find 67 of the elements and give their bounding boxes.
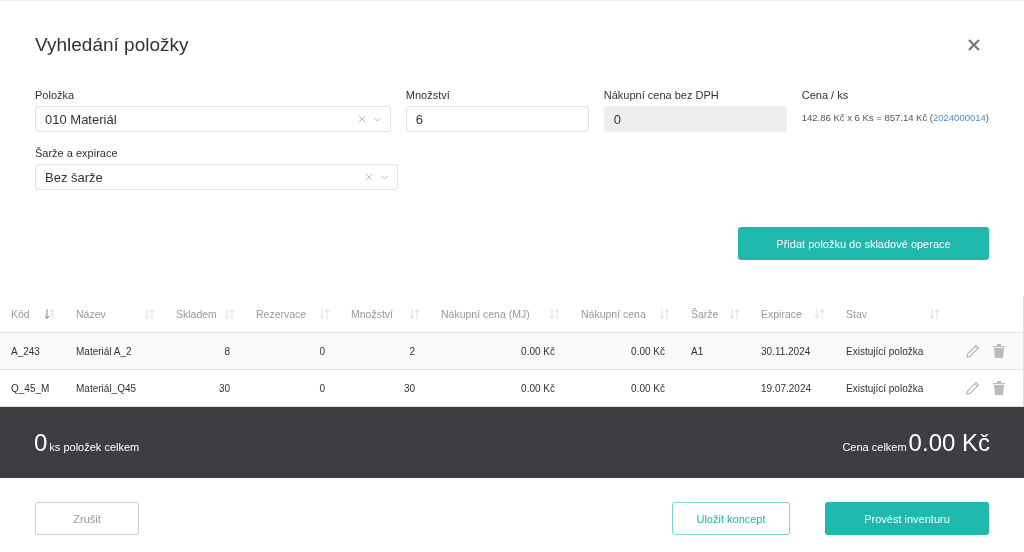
sort-icon[interactable]: [930, 309, 939, 319]
column-header[interactable]: Rezervace: [256, 308, 307, 320]
document-link[interactable]: 2024000014: [933, 112, 986, 123]
item-count: 0: [34, 428, 48, 457]
sort-icon[interactable]: [550, 309, 559, 319]
table-cell: A1: [691, 345, 704, 357]
cancel-button[interactable]: Zrušit: [35, 502, 139, 535]
column-header[interactable]: Název: [76, 308, 106, 320]
table-cell: 30: [403, 382, 415, 394]
table-cell: Existující položka: [846, 382, 924, 394]
quantity-field[interactable]: 6: [405, 106, 589, 132]
table-cell: Existující položka: [846, 345, 924, 357]
table-cell: 8: [224, 345, 230, 357]
outline-button[interactable]: Uložit koncept: [672, 502, 790, 535]
column-header[interactable]: Množství: [351, 308, 393, 320]
primary-button[interactable]: Provést inventuru: [825, 502, 989, 535]
trash-icon[interactable]: [993, 344, 1005, 358]
sort-icon[interactable]: [45, 309, 54, 319]
table-cell: Materiál_Q45: [76, 382, 137, 394]
batch-select[interactable]: Bez šarže: [35, 164, 398, 190]
column-header[interactable]: Skladem: [176, 308, 217, 320]
chevron-icon[interactable]: [381, 174, 388, 180]
field-label: Položka: [35, 89, 76, 101]
sort-icon[interactable]: [145, 309, 154, 319]
total-price: 0.00 Kč: [908, 428, 990, 457]
table-cell: 0.00 Kč: [521, 382, 555, 394]
table-cell: 0.00 Kč: [631, 345, 665, 357]
table-cell: 2: [409, 345, 415, 357]
sort-icon[interactable]: [660, 309, 669, 319]
table-cell: 30.11.2024: [761, 345, 811, 357]
pencil-icon[interactable]: [966, 381, 980, 395]
field-label: Šarže a expirace: [35, 147, 119, 159]
price-calculation: 142.86 Kč x 6 Ks = 857.14 Kč (2024000014): [801, 112, 989, 123]
column-header[interactable]: Stav: [846, 308, 867, 320]
count-label: ks položek celkem: [49, 440, 140, 453]
add-item-button[interactable]: Přidat položku do skladové operace: [738, 227, 989, 260]
table-cell: 30: [218, 382, 230, 394]
close-icon[interactable]: [968, 39, 980, 51]
column-header[interactable]: Nákupní cena: [581, 308, 646, 320]
sort-icon[interactable]: [320, 309, 329, 319]
field-label: Cena / ks: [801, 89, 850, 101]
table-cell: 19.07.2024: [761, 382, 812, 394]
column-header[interactable]: Kód: [11, 308, 30, 320]
chevron-icon[interactable]: [373, 116, 381, 122]
field-label: Nákupní cena bez DPH: [603, 89, 720, 101]
field-label: Množství: [405, 89, 451, 101]
column-header[interactable]: Šarže: [691, 308, 719, 320]
clear-icon[interactable]: [366, 174, 372, 180]
table-cell: Materiál A_2: [76, 345, 132, 357]
pencil-icon[interactable]: [966, 344, 980, 358]
sort-icon[interactable]: [410, 309, 419, 319]
dialog-title: Vyhledání položky: [35, 34, 189, 56]
column-header[interactable]: Expirace: [761, 308, 802, 320]
sort-icon[interactable]: [815, 309, 824, 319]
table-cell: 0: [319, 382, 325, 394]
table-cell: A_243: [11, 345, 40, 357]
trash-icon[interactable]: [993, 381, 1005, 395]
table-cell: 0: [319, 345, 325, 357]
item-select[interactable]: 010 Materiál: [35, 106, 391, 132]
column-header[interactable]: Nákupní cena (MJ): [441, 308, 530, 320]
sort-icon[interactable]: [225, 309, 234, 319]
table-cell: 0.00 Kč: [631, 382, 665, 394]
table-cell: Q_45_M: [11, 382, 50, 394]
clear-icon[interactable]: [358, 116, 365, 122]
sort-icon[interactable]: [730, 309, 739, 319]
total-label: Cena celkem: [842, 440, 907, 453]
table-cell: 0.00 Kč: [521, 345, 555, 357]
